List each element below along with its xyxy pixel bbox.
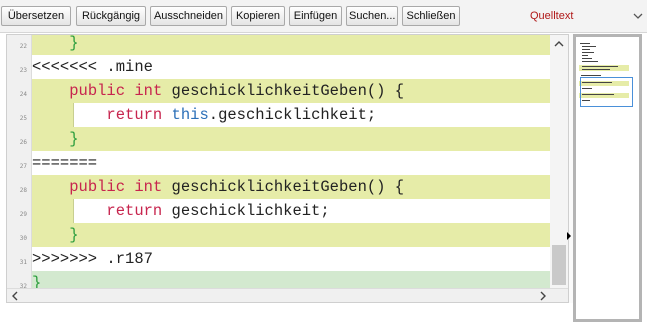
keyword: int — [134, 178, 163, 196]
conflict-marker-theirs: >>>>>>> .r187 — [32, 250, 153, 268]
overview-line — [581, 75, 601, 76]
language-select-value: Quelltext — [530, 10, 574, 22]
overview-line — [582, 46, 596, 47]
code-line: } — [32, 127, 550, 151]
line-number-gutter: 22 23 24 25 26 27 28 29 30 31 32 — [7, 35, 32, 302]
code-line-text: return geschicklichkeit; — [106, 202, 330, 220]
paste-button[interactable]: Einfügen — [289, 6, 342, 26]
closing-brace: } — [69, 226, 79, 244]
scroll-left-arrow-icon[interactable] — [10, 291, 20, 301]
closing-brace: } — [69, 34, 79, 52]
overview-line — [582, 69, 610, 70]
page-bottom-area — [0, 304, 573, 321]
overview-line — [582, 52, 594, 53]
code-editor[interactable]: 22 23 24 25 26 27 28 29 30 31 32 } <<<<<… — [6, 34, 569, 303]
overview-line — [582, 49, 590, 50]
overview-line — [582, 58, 592, 59]
close-button[interactable]: Schließen — [402, 6, 460, 26]
vertical-scrollbar[interactable] — [550, 35, 568, 288]
keyword: this — [171, 106, 209, 124]
overview-line — [582, 61, 598, 62]
document-overview[interactable] — [573, 34, 642, 322]
scroll-right-arrow-icon[interactable] — [538, 291, 548, 301]
horizontal-scrollbar[interactable] — [7, 288, 568, 302]
code-line: } — [32, 34, 550, 55]
closing-brace: } — [69, 130, 79, 148]
chevron-down-icon — [633, 13, 643, 19]
diff-marker-arrow-icon — [567, 232, 571, 240]
line-number: 30 — [19, 235, 27, 242]
vertical-scroll-thumb[interactable] — [552, 245, 566, 285]
code-line: public int geschicklichkeitGeben() { — [32, 79, 550, 103]
keyword: public — [69, 82, 126, 100]
keyword: return — [106, 202, 163, 220]
scroll-up-arrow-icon[interactable] — [554, 39, 564, 49]
line-number: 25 — [19, 115, 27, 122]
conflict-marker-mine: <<<<<<< .mine — [32, 58, 153, 76]
toolbar: Übersetzen Rückgängig Ausschneiden Kopie… — [0, 0, 647, 33]
line-number: 23 — [19, 67, 27, 74]
line-number: 28 — [19, 187, 27, 194]
line-number: 31 — [19, 259, 27, 266]
code-line: } — [32, 223, 550, 247]
code-line: public int geschicklichkeitGeben() { — [32, 175, 550, 199]
keyword: return — [106, 106, 163, 124]
search-button[interactable]: Suchen... — [346, 6, 398, 26]
line-number: 26 — [19, 139, 27, 146]
keyword: public — [69, 178, 126, 196]
code-line-text: return this.geschicklichkeit; — [106, 106, 377, 124]
line-number: 27 — [19, 163, 27, 170]
line-number: 29 — [19, 211, 27, 218]
undo-button[interactable]: Rückgängig — [76, 6, 146, 26]
conflict-separator: ======= — [32, 154, 98, 172]
overview-canvas — [576, 37, 639, 319]
overview-viewport-frame[interactable] — [580, 77, 633, 107]
language-select[interactable]: Quelltext — [527, 5, 647, 27]
copy-button[interactable]: Kopieren — [231, 6, 285, 26]
cut-button[interactable]: Ausschneiden — [150, 6, 227, 26]
overview-line — [580, 43, 590, 44]
line-number: 24 — [19, 91, 27, 98]
line-number: 22 — [19, 43, 27, 50]
keyword: int — [134, 82, 163, 100]
overview-line — [582, 66, 618, 67]
translate-button[interactable]: Übersetzen — [1, 6, 71, 26]
overview-line — [582, 55, 588, 56]
